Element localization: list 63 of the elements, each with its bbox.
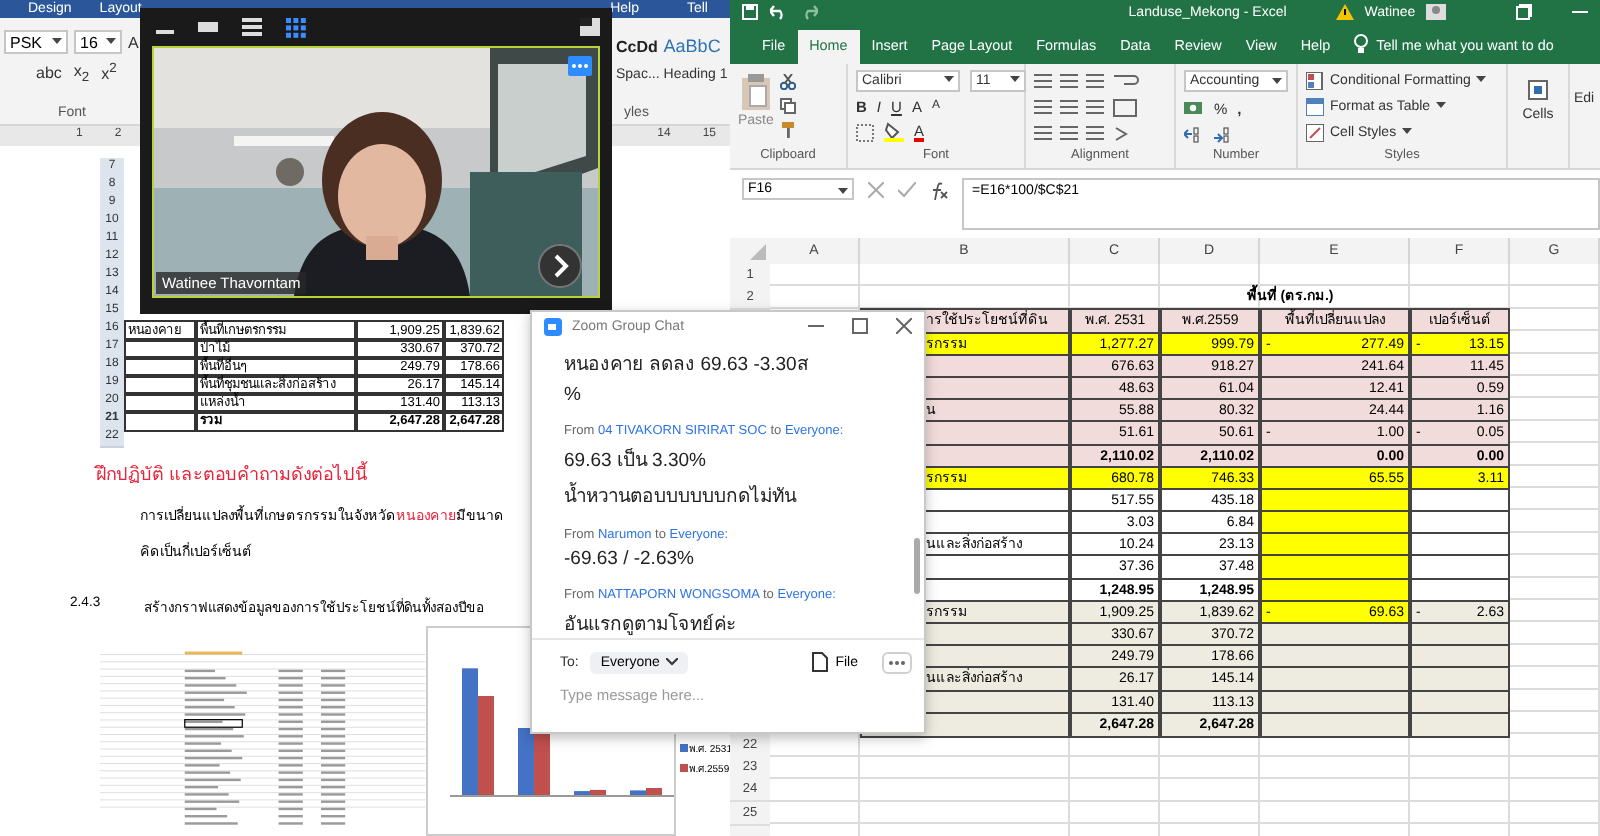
message-text: 69.63 เป็น 3.30% <box>564 446 708 474</box>
caret-icon <box>1010 76 1020 84</box>
copy-icon[interactable] <box>779 98 796 114</box>
grow-font-button[interactable]: A <box>128 33 139 51</box>
font-name-field[interactable]: PSK <box>4 30 68 54</box>
close-icon[interactable] <box>896 318 912 335</box>
format-button[interactable]: abc <box>36 64 62 83</box>
fill-color-icon[interactable] <box>884 122 904 142</box>
style-icon <box>1306 97 1324 115</box>
more-icon[interactable] <box>568 56 592 76</box>
style-icon <box>1306 123 1324 141</box>
cells-icon <box>1528 80 1548 100</box>
maximize-icon[interactable] <box>852 318 868 335</box>
wrap-merge-drawing[interactable] <box>1112 70 1140 146</box>
table-cell <box>124 410 196 432</box>
style-icon <box>1306 71 1324 89</box>
redo-icon[interactable] <box>800 4 818 20</box>
message-text: หนองคาย ลดลง 69.63 -3.30ส <box>564 351 811 378</box>
decrease-decimal-icon[interactable] <box>1214 125 1234 143</box>
caret-icon <box>665 658 678 667</box>
caret-icon <box>1402 128 1413 136</box>
file-icon <box>811 652 828 673</box>
message-text: อันแรกดูตามโจทย์ค่ะ <box>564 610 738 638</box>
caret-icon <box>1272 77 1282 85</box>
grid-view-icon[interactable] <box>286 17 306 37</box>
more-button[interactable] <box>882 651 912 674</box>
format-button[interactable]: x$_{2}$ <box>73 62 90 86</box>
table-cell <box>124 392 196 414</box>
function-icon[interactable] <box>930 182 948 200</box>
message-text: น้ำหวานตอบบบบบบกดไม่ทัน <box>564 480 799 510</box>
caret-icon <box>838 187 848 195</box>
format-button[interactable]: x$^{2}$ <box>101 62 117 85</box>
scrollbar[interactable] <box>914 537 920 594</box>
window-icon[interactable] <box>198 18 218 36</box>
message-text: -69.63 / -2.63% <box>564 547 696 570</box>
more-icon <box>888 659 906 666</box>
message-text: % <box>564 383 583 406</box>
caret-icon <box>52 38 62 46</box>
alignment-buttons-drawing[interactable] <box>1034 70 1106 146</box>
caret-icon <box>1476 76 1487 84</box>
border-icon[interactable] <box>856 123 874 141</box>
format-painter-icon[interactable] <box>779 122 796 138</box>
cut-icon[interactable] <box>779 74 796 90</box>
table-cell <box>124 338 196 360</box>
table-cell <box>124 374 196 396</box>
table-cell <box>124 356 196 378</box>
font-size-field[interactable]: 16 <box>74 30 122 54</box>
chat-bubble-icon <box>544 317 562 336</box>
next-page-icon[interactable] <box>538 244 582 288</box>
caret-icon <box>1436 102 1447 110</box>
list-view-icon[interactable] <box>242 18 262 36</box>
account-icon[interactable] <box>1425 4 1446 20</box>
currency-icon[interactable] <box>1184 99 1204 117</box>
caret-icon <box>944 76 954 84</box>
clipboard-icon <box>739 74 772 110</box>
save-icon[interactable] <box>742 4 758 20</box>
caret-icon <box>106 38 116 46</box>
lightbulb-icon <box>1354 34 1369 54</box>
warning-icon <box>1336 4 1355 20</box>
restore-icon[interactable] <box>1515 4 1532 20</box>
instruction-text: ฝึกปฏิบัติ และตอบคำถามดังต่อไปนี้ <box>96 460 370 488</box>
increase-decimal-icon[interactable] <box>1184 125 1204 143</box>
undo-icon[interactable] <box>770 4 788 20</box>
